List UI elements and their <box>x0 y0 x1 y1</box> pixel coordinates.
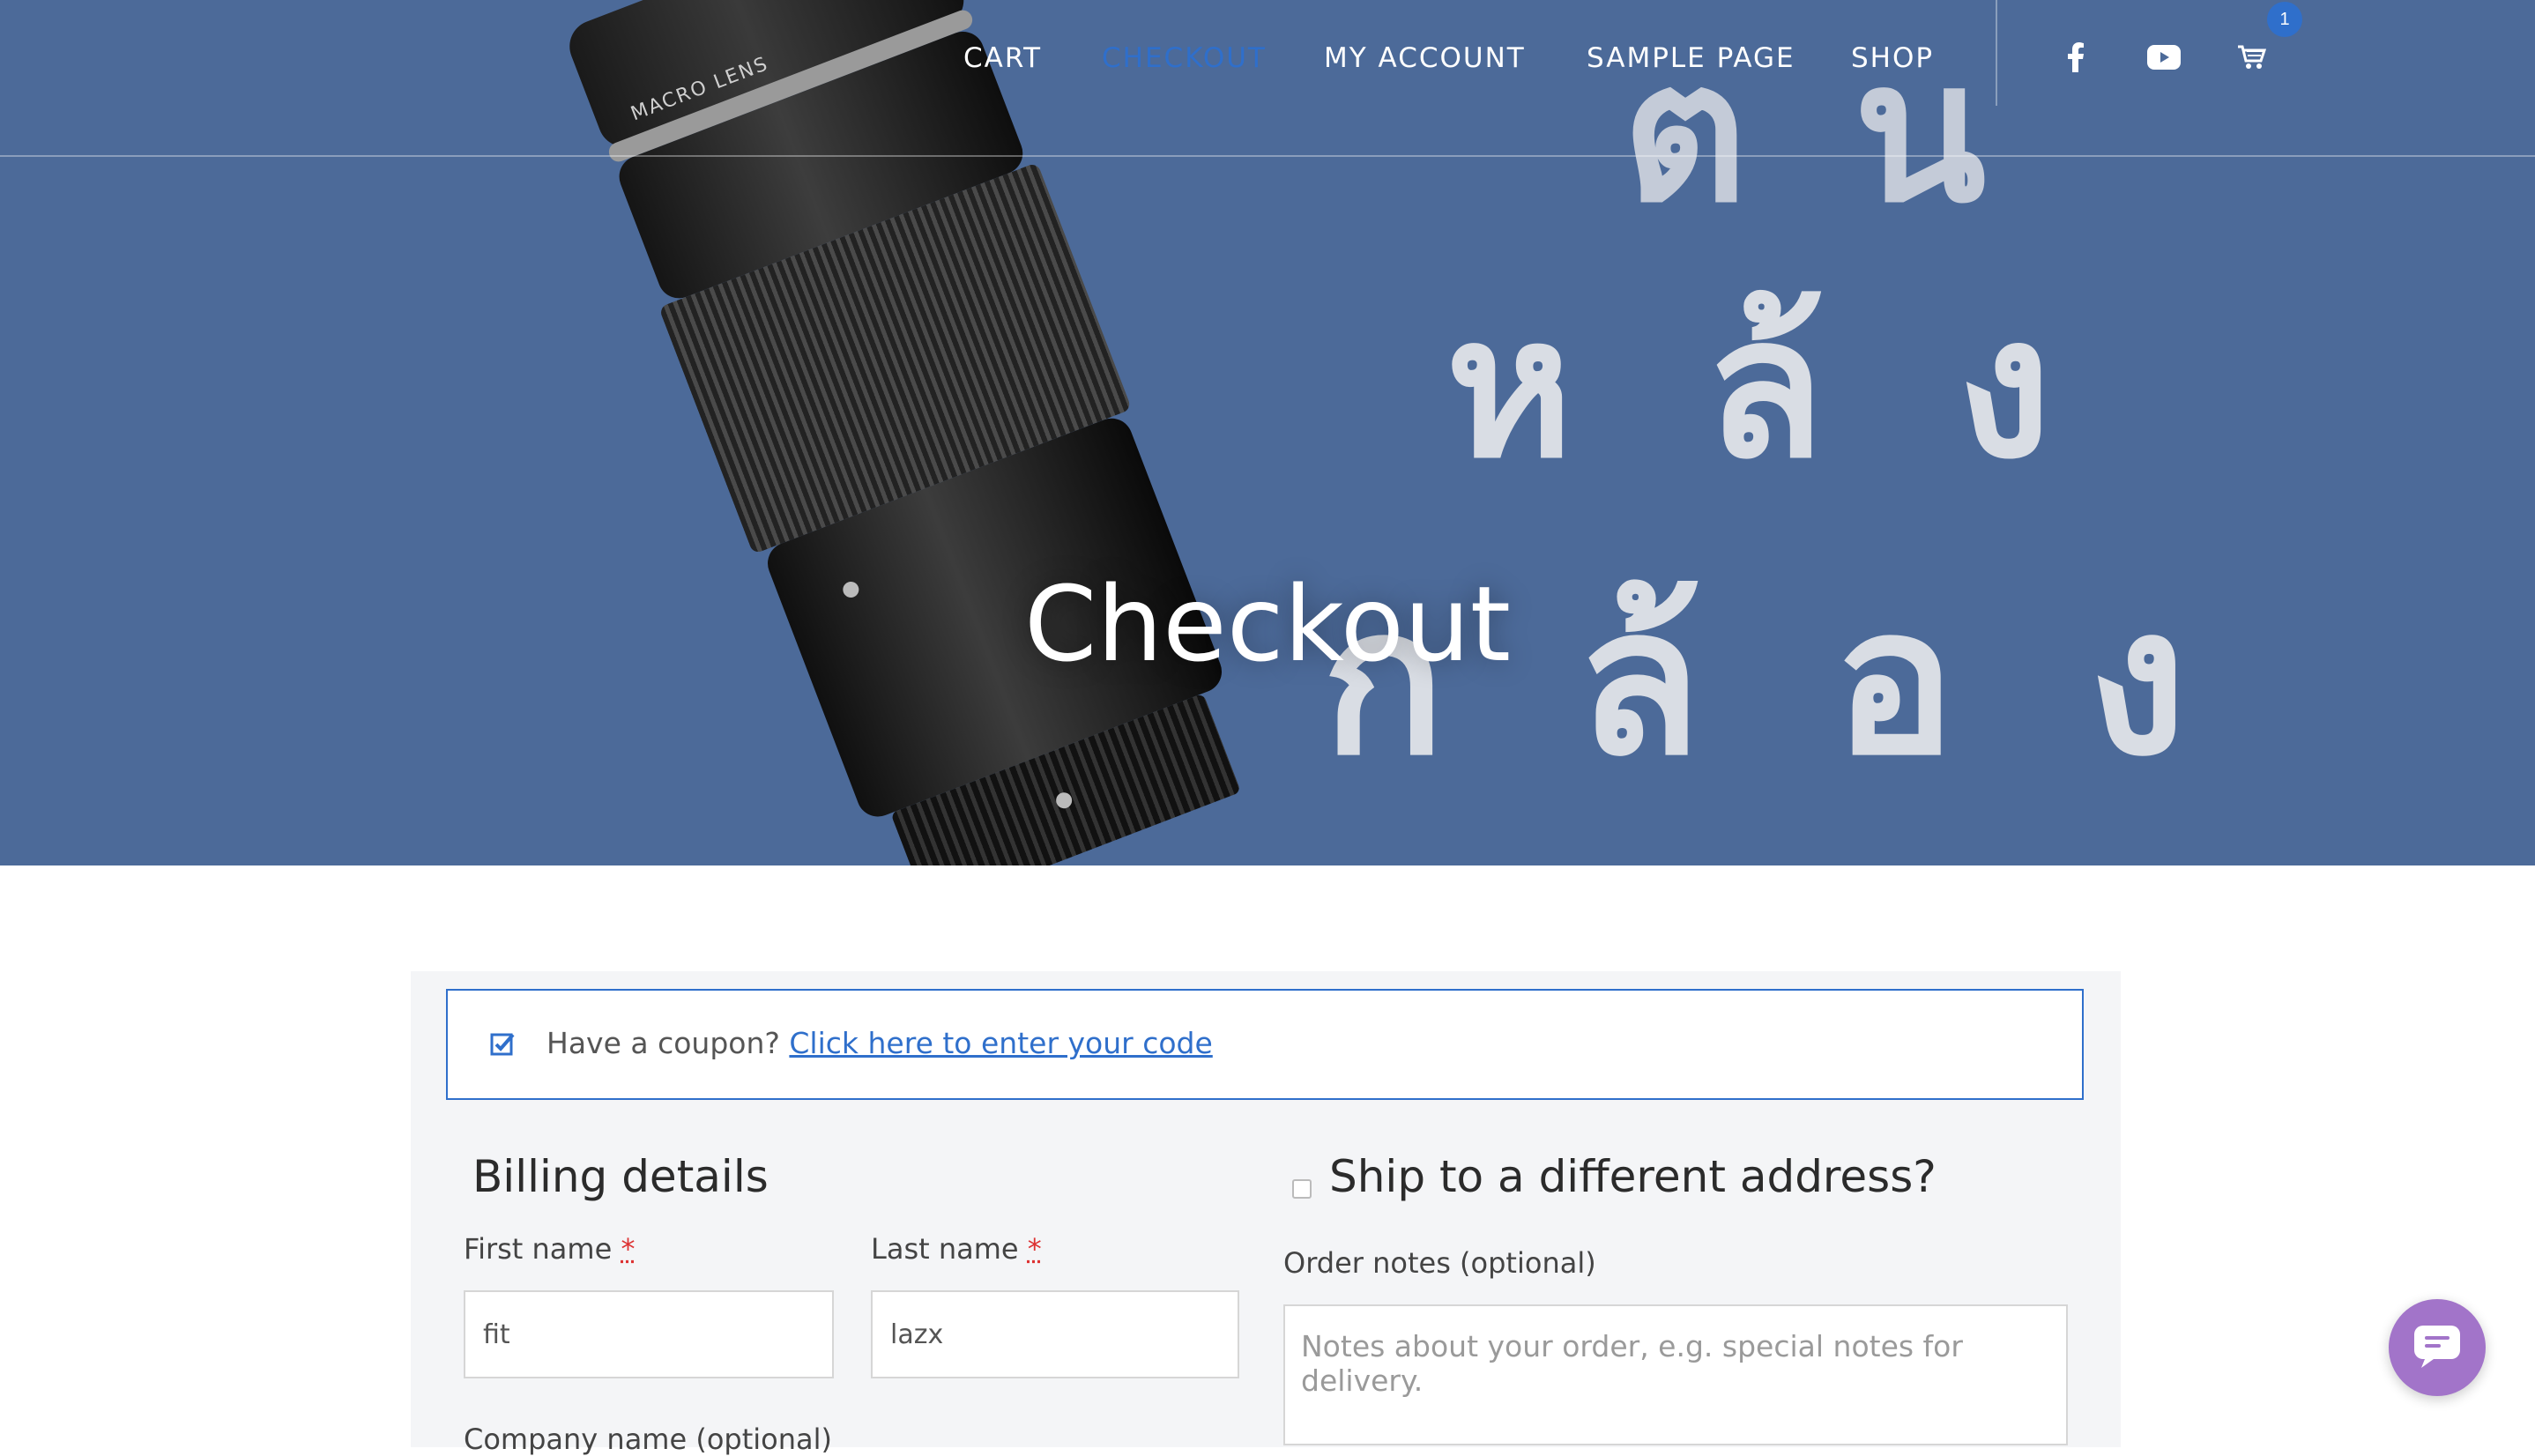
first-name-label: First name * <box>464 1232 636 1266</box>
youtube-icon[interactable] <box>2142 35 2186 79</box>
coupon-link[interactable]: Click here to enter your code <box>789 1026 1212 1060</box>
chat-icon <box>2412 1324 2462 1372</box>
ship-different-address-checkbox[interactable] <box>1292 1179 1312 1199</box>
camera-lens-image: MACRO LENS <box>561 0 1252 865</box>
cart-icon[interactable] <box>2230 35 2274 79</box>
nav-item-cart[interactable]: CART <box>963 42 1042 74</box>
cart-count-badge: 1 <box>2267 2 2302 37</box>
facebook-icon[interactable] <box>2054 35 2098 79</box>
hero-background-text-row2: หล้ง <box>1446 275 2184 501</box>
coupon-text: Have a coupon? Click here to enter your … <box>546 1026 1213 1060</box>
nav-item-sample-page[interactable]: SAMPLE PAGE <box>1587 42 1795 74</box>
order-notes-field[interactable] <box>1283 1304 2068 1445</box>
last-name-field[interactable] <box>871 1290 1239 1378</box>
order-notes-label: Order notes (optional) <box>1283 1246 1596 1280</box>
required-marker: * <box>621 1232 636 1266</box>
nav-item-shop[interactable]: SHOP <box>1851 42 1934 74</box>
last-name-label: Last name * <box>871 1232 1042 1266</box>
ship-different-address-heading[interactable]: Ship to a different address? <box>1329 1151 1937 1202</box>
nav-item-checkout[interactable]: CHECKOUT <box>1102 42 1267 74</box>
first-name-field[interactable] <box>464 1290 834 1378</box>
billing-heading: Billing details <box>472 1151 769 1202</box>
page-title: Checkout <box>1023 563 1512 686</box>
nav-item-my-account[interactable]: MY ACCOUNT <box>1324 42 1526 74</box>
checkbox-checked-icon <box>490 1031 517 1058</box>
nav-vertical-divider <box>1996 0 1997 106</box>
coupon-prompt: Have a coupon? <box>546 1026 780 1060</box>
company-name-label: Company name (optional) <box>464 1423 832 1456</box>
required-marker: * <box>1027 1232 1042 1266</box>
hero-banner: ตน หล้ง กล้อง MACRO LENS CART CHECKOUT M… <box>0 0 2535 865</box>
nav-divider-line <box>0 155 2535 157</box>
chat-button[interactable] <box>2389 1299 2486 1396</box>
coupon-notice: Have a coupon? Click here to enter your … <box>446 989 2084 1100</box>
